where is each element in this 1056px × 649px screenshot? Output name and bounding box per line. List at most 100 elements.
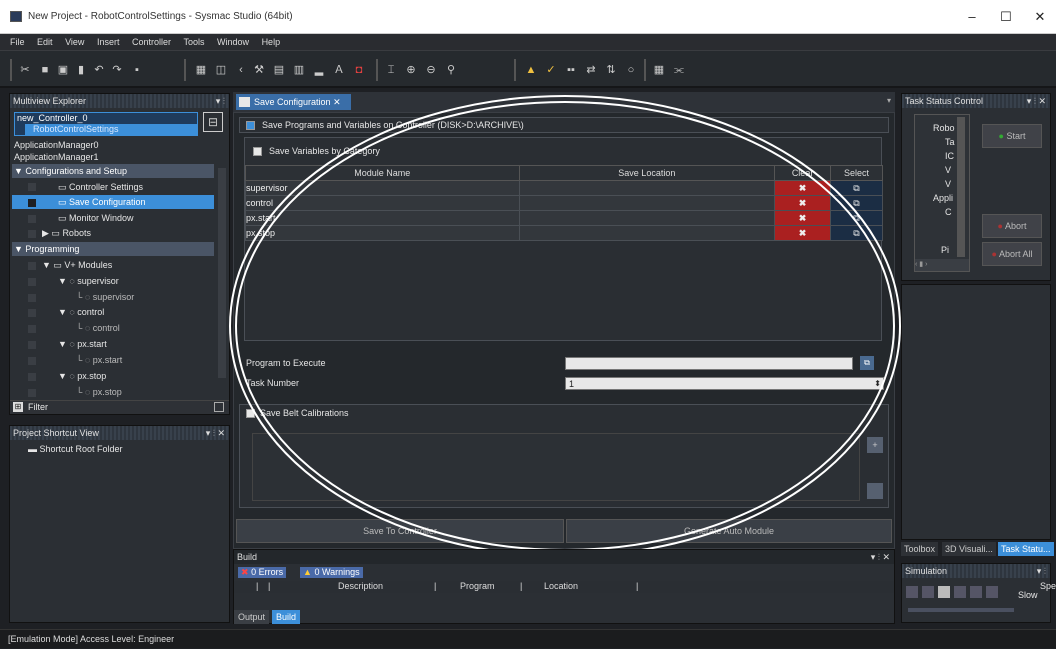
- lead-icon: [28, 278, 36, 286]
- pin-icon[interactable]: ▾ ⫶ ✕: [1027, 94, 1046, 108]
- controller-sub: RobotControlSettings: [25, 124, 197, 135]
- toolbar-separator: [10, 59, 12, 81]
- maximize-button[interactable]: ☐: [996, 8, 1016, 26]
- warning-icon[interactable]: ▲: [524, 63, 538, 77]
- menu-file[interactable]: File: [10, 34, 25, 51]
- tree-group-programming[interactable]: ▼ Programming: [12, 242, 214, 256]
- menu-insert[interactable]: Insert: [97, 34, 120, 51]
- menu-window[interactable]: Window: [217, 34, 249, 51]
- tab-task-status[interactable]: Task Statu...: [998, 542, 1054, 556]
- arrow-icon[interactable]: ‹: [234, 63, 248, 77]
- lead-icon: [28, 230, 36, 238]
- config-group-label: Configurations and Setup: [25, 166, 127, 176]
- column-location[interactable]: Location: [544, 581, 578, 591]
- grid-icon[interactable]: ▦: [194, 63, 208, 77]
- tree-item-save-configuration[interactable]: ▭ Save Configuration: [12, 195, 214, 209]
- controller-selector[interactable]: new_Controller_0 RobotControlSettings: [14, 112, 198, 136]
- tree-item-program[interactable]: └ ◌ control: [76, 321, 120, 335]
- close-button[interactable]: ✕: [1030, 8, 1050, 26]
- build-title: Build: [237, 552, 258, 562]
- tree-item-module[interactable]: ▼ ◌ px.stop: [58, 369, 106, 383]
- undo-icon[interactable]: ↶: [92, 63, 106, 77]
- compare-icon[interactable]: ⇅: [604, 63, 618, 77]
- start-label: Start: [1006, 131, 1026, 141]
- tree-item-module[interactable]: ▼ ◌ px.start: [58, 337, 107, 351]
- abort-all-button[interactable]: ● Abort All: [982, 242, 1042, 266]
- shortcut-header: Project Shortcut View ▾ ⫶ ✕: [10, 426, 229, 440]
- minimize-button[interactable]: –: [962, 8, 982, 26]
- zoom-out-icon[interactable]: ⊖: [424, 63, 438, 77]
- tree-item-program[interactable]: └ ◌ px.stop: [76, 385, 122, 399]
- menu-edit[interactable]: Edit: [37, 34, 53, 51]
- pause-icon[interactable]: [922, 586, 934, 598]
- tab-toolbox[interactable]: Toolbox: [901, 542, 939, 556]
- tool-icon[interactable]: ⚒: [252, 63, 266, 77]
- column-program[interactable]: Program: [460, 581, 495, 591]
- zoom-icon[interactable]: ⚲: [444, 63, 458, 77]
- tree-item-program[interactable]: └ ◌ supervisor: [76, 290, 134, 304]
- record-icon[interactable]: [986, 586, 998, 598]
- speed-label: Spe: [1040, 581, 1056, 591]
- task-tree[interactable]: Robo Ta IC V V Appli C Pi ‹ ▮ ›: [914, 114, 970, 272]
- tree-item-module[interactable]: ▼ ◌ control: [58, 305, 104, 319]
- tab-output[interactable]: Output: [234, 610, 270, 624]
- tree-item-module[interactable]: ▼ ◌ supervisor: [58, 274, 119, 288]
- tree-item-vplus-modules[interactable]: ▼ ▭ V+ Modules: [42, 258, 112, 272]
- task-label: Pi: [941, 245, 950, 255]
- menu-controller[interactable]: Controller: [132, 34, 171, 51]
- chart-icon[interactable]: ▂: [312, 63, 326, 77]
- transfer-icon[interactable]: ▪▪: [564, 63, 578, 77]
- application-manager-1[interactable]: ApplicationManager1: [14, 150, 99, 164]
- speed-slider[interactable]: [908, 608, 1014, 612]
- tree-group-config[interactable]: ▼ Configurations and Setup: [12, 164, 214, 178]
- stop-icon[interactable]: ◘: [352, 63, 366, 77]
- play-icon[interactable]: [906, 586, 918, 598]
- title-bar: New Project - RobotControlSettings - Sys…: [0, 0, 1056, 34]
- redo-icon[interactable]: ↷: [110, 63, 124, 77]
- warnings-filter-button[interactable]: ▲ 0 Warnings: [300, 567, 363, 578]
- tab-build[interactable]: Build: [272, 610, 301, 624]
- zoom-in-icon[interactable]: ⊕: [404, 63, 418, 77]
- save-icon[interactable]: ▪: [130, 63, 144, 77]
- check-icon[interactable]: ✓: [544, 63, 558, 77]
- sync-icon[interactable]: ⇄: [584, 63, 598, 77]
- tree-item-program[interactable]: └ ◌ px.start: [76, 353, 122, 367]
- pin-icon[interactable]: ▾ ⫶: [1037, 564, 1046, 578]
- task-hscroll[interactable]: ‹ ▮ ›: [915, 259, 969, 271]
- board-icon[interactable]: ▤: [272, 63, 286, 77]
- pin-icon[interactable]: ▾ ⫶ ✕: [871, 550, 890, 564]
- table-icon[interactable]: ▥: [292, 63, 306, 77]
- cut-icon[interactable]: ✂: [18, 63, 32, 77]
- menu-tools[interactable]: Tools: [184, 34, 205, 51]
- copy-icon[interactable]: ■: [38, 63, 52, 77]
- tree-item-controller-settings[interactable]: ▭ Controller Settings: [58, 180, 143, 194]
- item-label: Robots: [62, 228, 91, 238]
- stop-sim-icon[interactable]: [938, 586, 950, 598]
- step-icon[interactable]: [954, 586, 966, 598]
- errors-filter-button[interactable]: ✖ 0 Errors: [238, 567, 287, 578]
- lead-icon: [28, 389, 36, 397]
- panel-icon[interactable]: ▦: [652, 63, 666, 77]
- binoculars-icon[interactable]: Ａ: [332, 63, 346, 77]
- toolbar: ✂ ■ ▣ ▮ ↶ ↷ ▪ ▦ ◫ ‹ ⚒ ▤ ▥ ▂ Ａ ◘ ⌶ ⊕ ⊖ ⚲ …: [0, 51, 1056, 88]
- paste-icon[interactable]: ▣: [56, 63, 70, 77]
- abort-button[interactable]: ● Abort: [982, 214, 1042, 238]
- column-description[interactable]: Description: [338, 581, 383, 591]
- start-button[interactable]: ● Start: [982, 124, 1042, 148]
- menu-help[interactable]: Help: [262, 34, 281, 51]
- filter-bar[interactable]: ⊞ Filter: [10, 400, 229, 414]
- tree-item-robots[interactable]: ▶ ▭ Robots: [42, 226, 91, 240]
- delete-icon[interactable]: ▮: [74, 63, 88, 77]
- layout-icon[interactable]: ◫: [214, 63, 228, 77]
- online-icon[interactable]: ○: [624, 63, 638, 77]
- build-icon[interactable]: ⫘: [672, 63, 686, 77]
- tab-3d-visualizer[interactable]: 3D Visuali...: [942, 542, 996, 556]
- lead-icon: [28, 199, 36, 207]
- menu-view[interactable]: View: [65, 34, 84, 51]
- item-label: px.start: [77, 339, 107, 349]
- shortcut-root-folder[interactable]: ▬ Shortcut Root Folder: [28, 442, 123, 456]
- task-scrollbar[interactable]: [957, 117, 965, 257]
- tree-item-monitor-window[interactable]: ▭ Monitor Window: [58, 211, 134, 225]
- align-icon[interactable]: ⌶: [384, 63, 398, 77]
- reset-icon[interactable]: [970, 586, 982, 598]
